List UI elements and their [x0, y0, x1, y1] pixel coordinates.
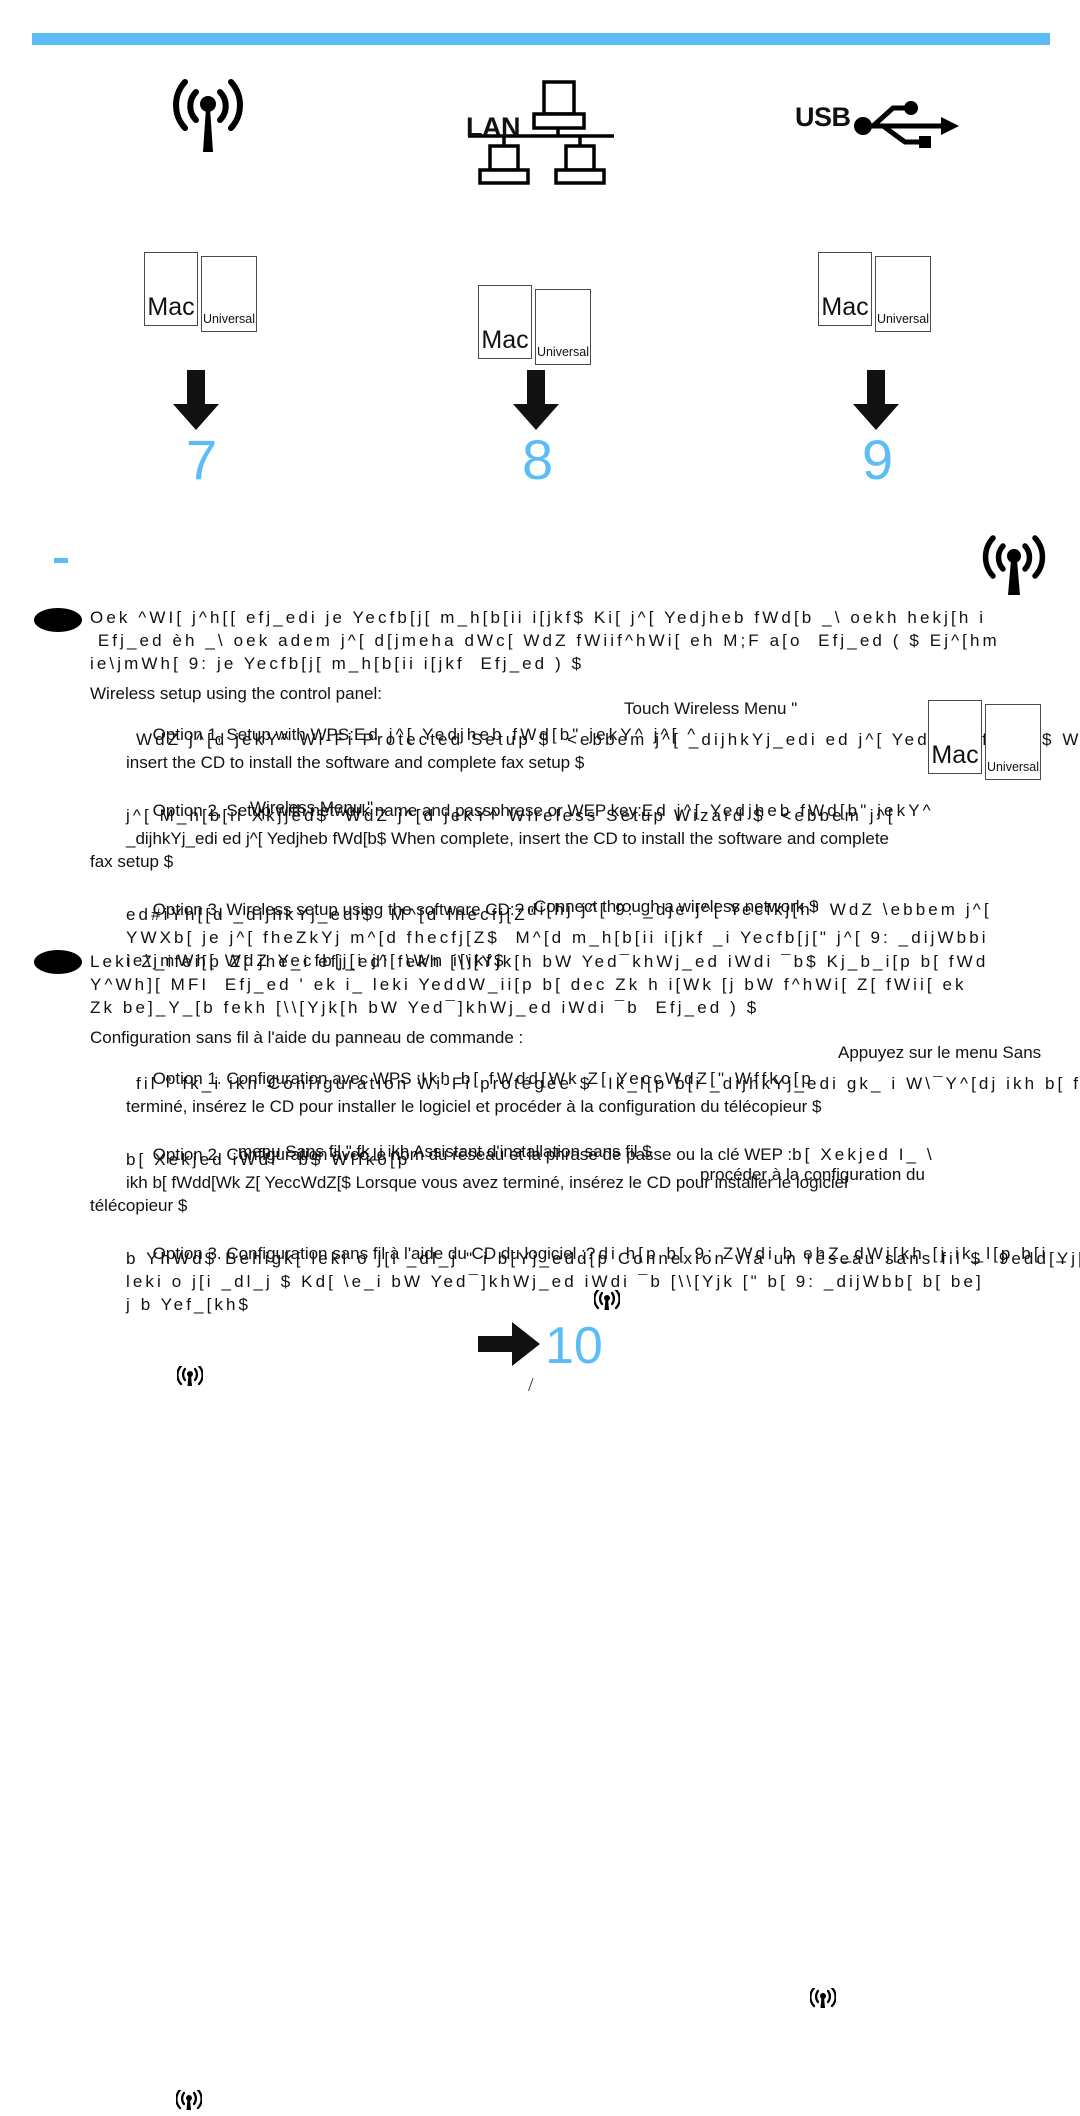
step-number-7: 7 [186, 428, 218, 491]
english-option-line: j^[ M_h[b[ii Xkjjed$ WdZ j^[d jekY^ Wire… [126, 806, 896, 825]
english-heading: Wireless setup using the control panel: [90, 684, 382, 703]
slash-mark: / [528, 1374, 534, 1396]
english-option-line: _dijhkYj_edi ed j^[ Yedjheb fWd[b$ When … [126, 829, 890, 848]
cd-case-mac-label: Mac [821, 293, 869, 321]
english-overlap-text: Wireless Menu " [250, 798, 374, 817]
guide-page: LAN USB Mac Universal Mac Universal Mac … [0, 0, 1080, 2110]
french-option-line: fil " fk_i ikh Configuration Wi-Fi proté… [136, 1074, 1080, 1093]
wireless-icon [176, 1364, 204, 1387]
cd-case-mac-label: Mac [931, 741, 979, 769]
cd-case-mac: Mac [818, 252, 872, 326]
french-overlap-text: procéder à la configuration du [700, 1165, 925, 1184]
cd-case-universal: Universal [535, 289, 591, 365]
wireless-icon [975, 535, 1053, 597]
cd-case-mac: Mac [928, 700, 982, 774]
usb-label: USB [795, 102, 851, 132]
usb-icon: USB [795, 98, 959, 154]
wireless-icon [175, 2088, 203, 2111]
cd-case-universal: Universal [875, 256, 931, 332]
cd-case-mac-label: Mac [147, 293, 195, 321]
french-intro-line: Zk be]_Y_[b fekh [\\[Yjk[h bW Yed¯]khWj_… [90, 998, 760, 1017]
english-overlap-text: Touch Wireless Menu " [624, 699, 798, 718]
top-accent-bar [32, 33, 1050, 45]
french-option-line: leki o j[i _dl_j $ Kd[ \e_i bW Yed¯]khWj… [126, 1272, 984, 1291]
cd-case-universal-label: Universal [202, 311, 256, 326]
step-number-8: 8 [522, 428, 554, 491]
step-number-9: 9 [862, 428, 894, 491]
step-number-10: 10 [545, 1317, 603, 1375]
cd-case-pair: Mac Universal [144, 252, 257, 332]
english-intro-line: ie\jmWh[ 9: je Yecfb[j[ m_h[b[ii i[jkf E… [90, 654, 585, 673]
english-option-line: fax setup $ [90, 852, 174, 871]
lan-label: LAN [466, 112, 521, 142]
french-option-line: b[ Xekjed I_ \ [792, 1145, 943, 1164]
french-option-line: terminé, insérez le CD pour installer le… [126, 1097, 822, 1116]
cd-case-mac: Mac [478, 285, 532, 359]
cd-case-universal: Universal [201, 256, 257, 332]
blue-dash-marker [54, 558, 68, 563]
english-intro-line: Efj_ed èh _\ oek adem j^[ d[jmeha dWc[ … [90, 631, 1000, 650]
french-option-line: télécopieur $ [90, 1196, 188, 1215]
cd-case-mac-label: Mac [481, 326, 529, 354]
wireless-icon [809, 1986, 837, 2009]
cd-case-universal: Universal [985, 704, 1041, 780]
french-intro-line: Y^Wh][ MFI Efj_ed ' ek i_ leki YeddW_ii[… [90, 975, 967, 994]
french-intro-line: Leki Z_ifei[p Z[ jhe_i efj_edi fekh [\\[… [90, 952, 989, 971]
french-overlap-text: Appuyez sur le menu Sans [838, 1043, 1042, 1062]
french-heading: Configuration sans fil à l'aide du panne… [90, 1028, 524, 1047]
down-arrow-icon [513, 370, 559, 430]
english-intro-line: Oek ^WI[ j^h[[ efj_edi je Yecfb[j[ m_h[b… [90, 608, 987, 627]
down-arrow-icon [173, 370, 219, 430]
cd-case-pair: Mac Universal [478, 285, 591, 365]
right-arrow-icon [478, 1322, 540, 1366]
english-option-line: insert the CD to install the software an… [126, 753, 585, 772]
french-option-line: j b Yef_[kh$ [126, 1295, 252, 1314]
cd-case-pair: Mac Universal [928, 700, 1041, 780]
lan-icon: LAN [456, 78, 626, 188]
french-overlap-text: menu Sans fil " fk_i ikh Assistant d'ins… [238, 1142, 652, 1161]
bullet-marker [34, 950, 82, 974]
english-option-line: YWXb[ je j^[ fheZkYj m^[d fhecfj[Z$ M^[d… [126, 928, 989, 947]
english-overlap-text: Connect through a wireless network $ [534, 897, 819, 916]
cd-case-mac: Mac [144, 252, 198, 326]
cd-case-universal-label: Universal [876, 311, 930, 326]
wireless-icon [160, 78, 256, 154]
cd-case-universal-label: Universal [536, 344, 590, 359]
cd-case-universal-label: Universal [986, 759, 1040, 774]
english-option-line: ed#iYh[[d _dijhkYj_edi$ M^[d fhecfj[Z" [126, 905, 545, 924]
bullet-marker [34, 608, 82, 632]
cd-case-pair: Mac Universal [818, 252, 931, 332]
down-arrow-icon [853, 370, 899, 430]
french-option-line: b YhWd$ Behigk[ leki o j[i _dl_j " i b[Y… [126, 1249, 1080, 1268]
wireless-icon [593, 1288, 621, 1311]
